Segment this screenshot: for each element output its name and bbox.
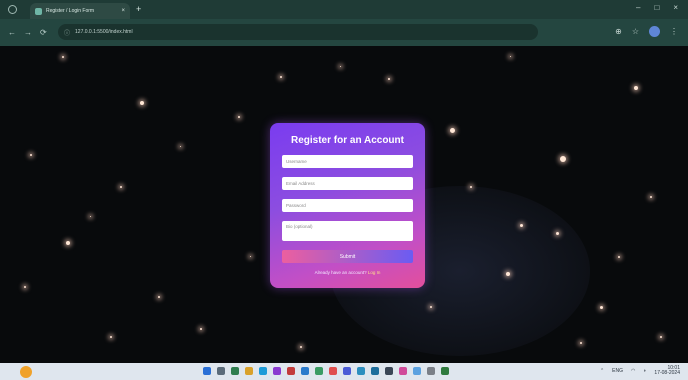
edge-icon[interactable] (259, 367, 267, 375)
menu-icon[interactable]: ⋮ (670, 27, 678, 36)
file-explorer-icon[interactable] (245, 367, 253, 375)
password-input[interactable]: Password (282, 199, 413, 212)
star (470, 186, 472, 188)
app-icon[interactable] (413, 367, 421, 375)
star (650, 196, 652, 198)
browser-toolbar: ← → ⟳ ⓘ 127.0.0.1:5500/index.html ⊕ ☆ ⋮ (0, 19, 688, 46)
toolbar-actions: ⊕ ☆ ⋮ (615, 26, 678, 37)
clock[interactable]: 10:01 17-08-2024 (654, 366, 680, 376)
site-info-icon[interactable]: ⓘ (64, 28, 70, 37)
star (110, 336, 112, 338)
tab-search-icon[interactable] (8, 5, 17, 14)
taskbar: ⌃ ENG ◠ ◗ 10:01 17-08-2024 (0, 363, 688, 380)
star (180, 146, 181, 147)
login-link[interactable]: Log In (368, 270, 381, 275)
star (158, 296, 160, 298)
navigation-buttons: ← → ⟳ (8, 28, 47, 37)
star (30, 154, 32, 156)
terminal-icon[interactable] (385, 367, 393, 375)
volume-icon[interactable]: ◗ (643, 368, 646, 374)
back-button[interactable]: ← (8, 28, 16, 37)
zoom-icon[interactable]: ⊕ (615, 27, 622, 36)
search-icon[interactable] (217, 367, 225, 375)
star (388, 78, 390, 80)
tab-title: Register / Login Form (46, 8, 95, 14)
star (340, 66, 341, 67)
star (62, 56, 64, 58)
app-icon[interactable] (301, 367, 309, 375)
star (250, 256, 251, 257)
maximize-button[interactable]: □ (654, 3, 659, 12)
star (634, 86, 638, 90)
bookmark-star-icon[interactable]: ☆ (632, 27, 639, 36)
login-prompt-row: Already have an account? Log In (282, 270, 413, 275)
star (120, 186, 122, 188)
star (510, 56, 511, 57)
star (24, 286, 26, 288)
submit-button[interactable]: Submit (282, 250, 413, 263)
tray-language[interactable]: ENG (612, 368, 623, 374)
address-text: 127.0.0.1:5500/index.html (75, 29, 133, 35)
star (618, 256, 620, 258)
chrome-icon[interactable] (315, 367, 323, 375)
username-input[interactable]: Username (282, 155, 413, 168)
app-icon[interactable] (329, 367, 337, 375)
profile-avatar[interactable] (649, 26, 660, 37)
system-tray: ⌃ ENG ◠ ◗ 10:01 17-08-2024 (600, 366, 680, 376)
star (200, 328, 202, 330)
wifi-icon[interactable]: ◠ (631, 368, 635, 374)
star (238, 116, 240, 118)
task-view-icon[interactable] (231, 367, 239, 375)
forward-button[interactable]: → (24, 28, 32, 37)
app-icon[interactable] (399, 367, 407, 375)
bio-textarea[interactable]: Bio (optional) (282, 221, 413, 241)
browser-tab[interactable]: Register / Login Form × (30, 3, 130, 19)
tab-close-icon[interactable]: × (121, 8, 125, 14)
page-background: Register for an Account Username Email A… (0, 46, 688, 363)
app-icon[interactable] (357, 367, 365, 375)
star (280, 76, 282, 78)
reload-button[interactable]: ⟳ (40, 28, 47, 37)
browser-titlebar: Register / Login Form × + – □ × (0, 0, 688, 19)
star (600, 306, 603, 309)
star (90, 216, 91, 217)
star (506, 272, 510, 276)
star (430, 306, 432, 308)
close-window-button[interactable]: × (673, 3, 678, 12)
minimize-button[interactable]: – (636, 3, 640, 12)
clock-date: 17-08-2024 (654, 370, 680, 376)
start-icon[interactable] (203, 367, 211, 375)
new-tab-button[interactable]: + (136, 4, 141, 14)
tab-favicon-icon (35, 7, 42, 15)
weather-icon[interactable] (20, 366, 32, 378)
vscode-icon[interactable] (371, 367, 379, 375)
window-controls: – □ × (636, 3, 678, 12)
app-icon[interactable] (343, 367, 351, 375)
star (450, 128, 455, 133)
address-bar[interactable]: ⓘ 127.0.0.1:5500/index.html (58, 24, 538, 40)
app-icon[interactable] (273, 367, 281, 375)
app-icon[interactable] (287, 367, 295, 375)
star (560, 156, 566, 162)
email-input[interactable]: Email Address (282, 177, 413, 190)
taskbar-apps (203, 367, 449, 375)
app-icon[interactable] (441, 367, 449, 375)
star (660, 336, 662, 338)
form-title: Register for an Account (291, 135, 404, 146)
star (300, 346, 302, 348)
register-card: Register for an Account Username Email A… (270, 123, 425, 288)
star (66, 241, 70, 245)
star (580, 342, 582, 344)
tray-chevron-icon[interactable]: ⌃ (600, 368, 604, 374)
app-icon[interactable] (427, 367, 435, 375)
star (520, 224, 523, 227)
star (140, 101, 144, 105)
login-prompt: Already have an account? (314, 270, 367, 275)
star (556, 232, 559, 235)
